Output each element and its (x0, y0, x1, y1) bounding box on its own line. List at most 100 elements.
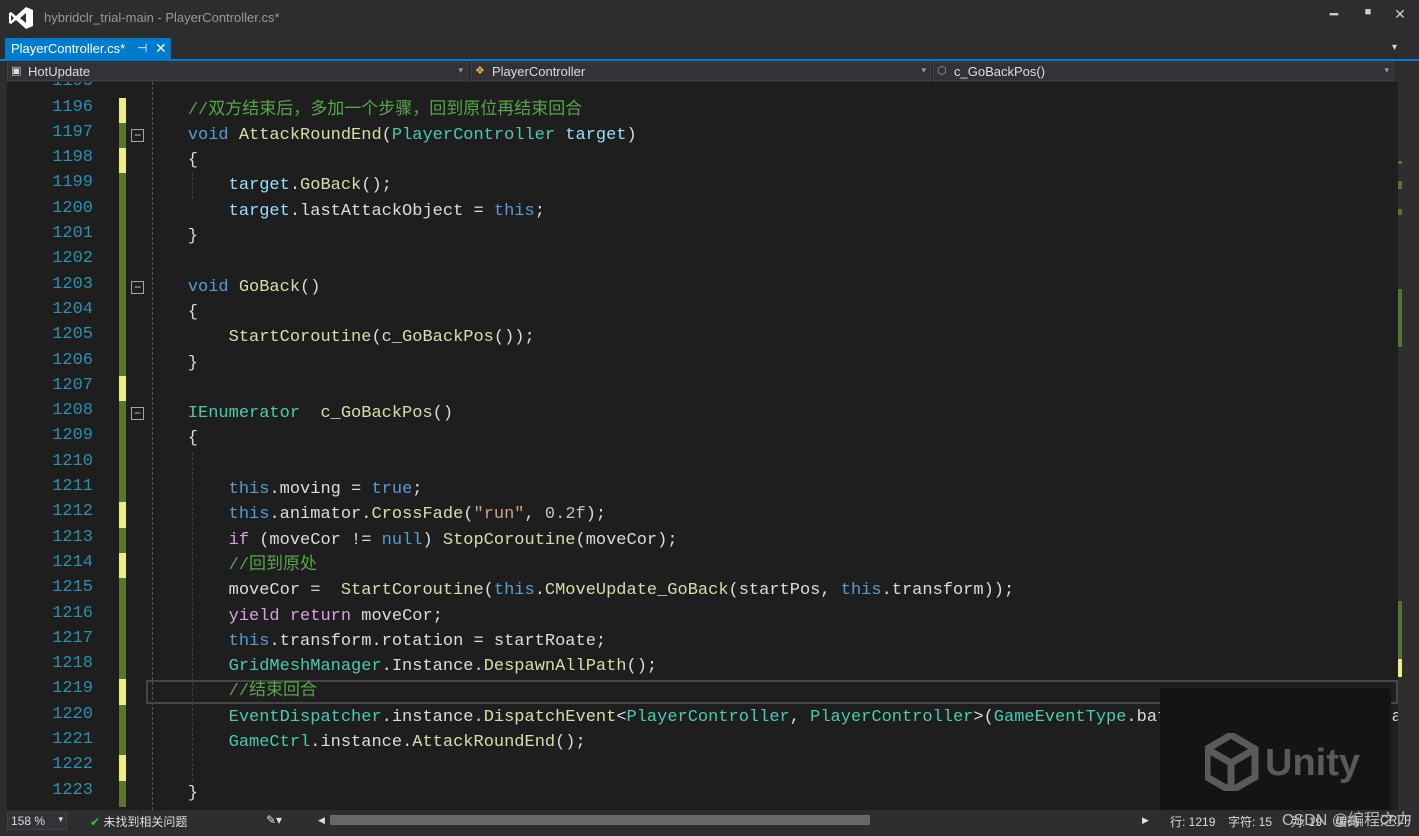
char-indicator: 字符: 15 (1228, 815, 1273, 829)
code-line[interactable]: //结束回合 (147, 679, 317, 704)
code-line[interactable]: IEnumerator c_GoBackPos() (147, 401, 453, 426)
vertical-scrollbar[interactable] (1398, 61, 1419, 810)
code-token: DespawnAllPath (483, 657, 627, 677)
brush-icon[interactable]: ✎▾ (266, 813, 282, 827)
change-marker-green (119, 426, 126, 453)
code-token: CrossFade (371, 505, 464, 525)
code-line[interactable]: target.GoBack(); (147, 173, 392, 198)
change-marker-green (119, 198, 126, 225)
code-line[interactable]: this.animator.CrossFade("run", 0.2f); (147, 502, 607, 527)
csdn-watermark: CSDN @编程之力 (1282, 812, 1413, 829)
code-token: .Instance. (381, 657, 484, 677)
line-number: 1214 (52, 552, 93, 572)
code-token: .animator. (269, 505, 372, 525)
close-tab-icon[interactable]: ✕ (155, 40, 167, 57)
code-token: //结束回合 (228, 682, 318, 702)
code-token: //回到原处 (228, 555, 318, 575)
code-line[interactable]: this.moving = true; (147, 477, 423, 502)
code-token: StartCoroutine (228, 328, 372, 348)
class-name: PlayerController (492, 64, 586, 79)
code-token: ( (483, 581, 494, 601)
change-marker-green (119, 527, 126, 554)
code-line[interactable]: void AttackRoundEnd(PlayerController tar… (147, 123, 637, 148)
line-number: 1205 (52, 325, 93, 345)
code-line[interactable]: void GoBack() (147, 275, 321, 300)
code-token: StartCoroutine (340, 581, 484, 601)
code-token: this (493, 581, 535, 601)
code-token: (); (626, 657, 658, 677)
tab-playercontroller[interactable]: PlayerController.cs* ⊣ ✕ (5, 38, 171, 60)
line-number: 1199 (52, 173, 93, 193)
code-token: , (789, 707, 811, 727)
code-token: DispatchEvent (483, 707, 617, 727)
code-token: GameEventType (993, 707, 1127, 727)
code-line[interactable]: target.lastAttackObject = this; (147, 199, 545, 224)
code-token: PlayerController (391, 125, 556, 145)
code-token: null (381, 530, 423, 550)
pin-icon[interactable]: ⊣ (137, 41, 147, 55)
member-dropdown[interactable]: ⬡ c_GoBackPos() ▾ (933, 62, 1394, 81)
code-token: GridMeshManager (228, 657, 382, 677)
code-line[interactable]: GridMeshManager.Instance.DespawnAllPath(… (147, 654, 658, 679)
tab-row: PlayerController.cs* ⊣ ✕ (0, 37, 1419, 60)
code-line[interactable]: { (147, 148, 198, 173)
line-number: 1217 (52, 628, 93, 648)
code-line[interactable]: } (147, 224, 198, 249)
code-line[interactable]: moveCor = StartCoroutine(this.CMoveUpdat… (147, 578, 1015, 603)
project-dropdown[interactable]: ▣ HotUpdate ▾ (7, 62, 468, 81)
check-circle-icon: ✔ (90, 815, 101, 829)
code-line[interactable]: //回到原处 (147, 553, 317, 578)
code-line[interactable]: } (147, 781, 198, 806)
code-token: ( (463, 505, 474, 525)
zoom-dropdown[interactable]: 158 % ▾ (7, 812, 67, 830)
code-token: c_GoBackPos (381, 328, 494, 348)
code-line[interactable]: StartCoroutine(c_GoBackPos()); (147, 325, 535, 350)
code-token: moveCor = (147, 581, 341, 601)
code-line[interactable]: this.transform.rotation = startRoate; (147, 629, 606, 654)
tab-menu-dropdown[interactable]: ▾ (1392, 42, 1397, 53)
code-token: (startPos, (728, 581, 841, 601)
code-token: ( (371, 328, 382, 348)
line-number: 1206 (52, 350, 93, 370)
code-token: . (534, 581, 545, 601)
change-marker-yellow (119, 148, 126, 175)
change-marker-green (119, 730, 126, 756)
change-marker-green (119, 477, 126, 503)
class-dropdown[interactable]: ❖ PlayerController ▾ (471, 62, 931, 81)
scroll-left-icon[interactable]: ◀ (318, 815, 325, 826)
code-line[interactable]: //双方结束后，多加一个步骤，回到原位再结束回合 (147, 98, 582, 123)
change-marker-green (119, 224, 126, 250)
code-token: PlayerController (626, 707, 790, 727)
change-marker-green (119, 173, 126, 200)
collapse-icon[interactable]: − (131, 280, 144, 294)
close-window-button[interactable]: ✕ (1388, 6, 1412, 26)
code-token: this (228, 505, 270, 525)
minimize-button[interactable]: ━ (1322, 6, 1346, 26)
code-line[interactable]: if (moveCor != null) StopCoroutine(moveC… (147, 528, 678, 553)
collapse-icon[interactable]: − (131, 128, 144, 142)
code-token: //双方结束后，多加一个步骤，回到原位再结束回合 (187, 100, 583, 120)
code-token: >( (973, 707, 994, 727)
code-token: { (147, 302, 199, 322)
maximize-button[interactable]: ■ (1356, 6, 1380, 26)
code-line[interactable]: { (147, 300, 198, 325)
horizontal-scrollbar-thumb[interactable] (330, 815, 870, 825)
scroll-right-icon[interactable]: ▶ (1142, 815, 1149, 826)
code-line[interactable]: GameCtrl.instance.AttackRoundEnd(); (147, 730, 586, 755)
code-token: (moveCor); (575, 530, 678, 550)
code-line[interactable]: { (147, 426, 198, 451)
issues-indicator[interactable]: ✔ 未找到相关问题 (90, 813, 187, 830)
collapse-icon[interactable]: − (131, 407, 144, 421)
code-line[interactable]: } (147, 351, 198, 376)
